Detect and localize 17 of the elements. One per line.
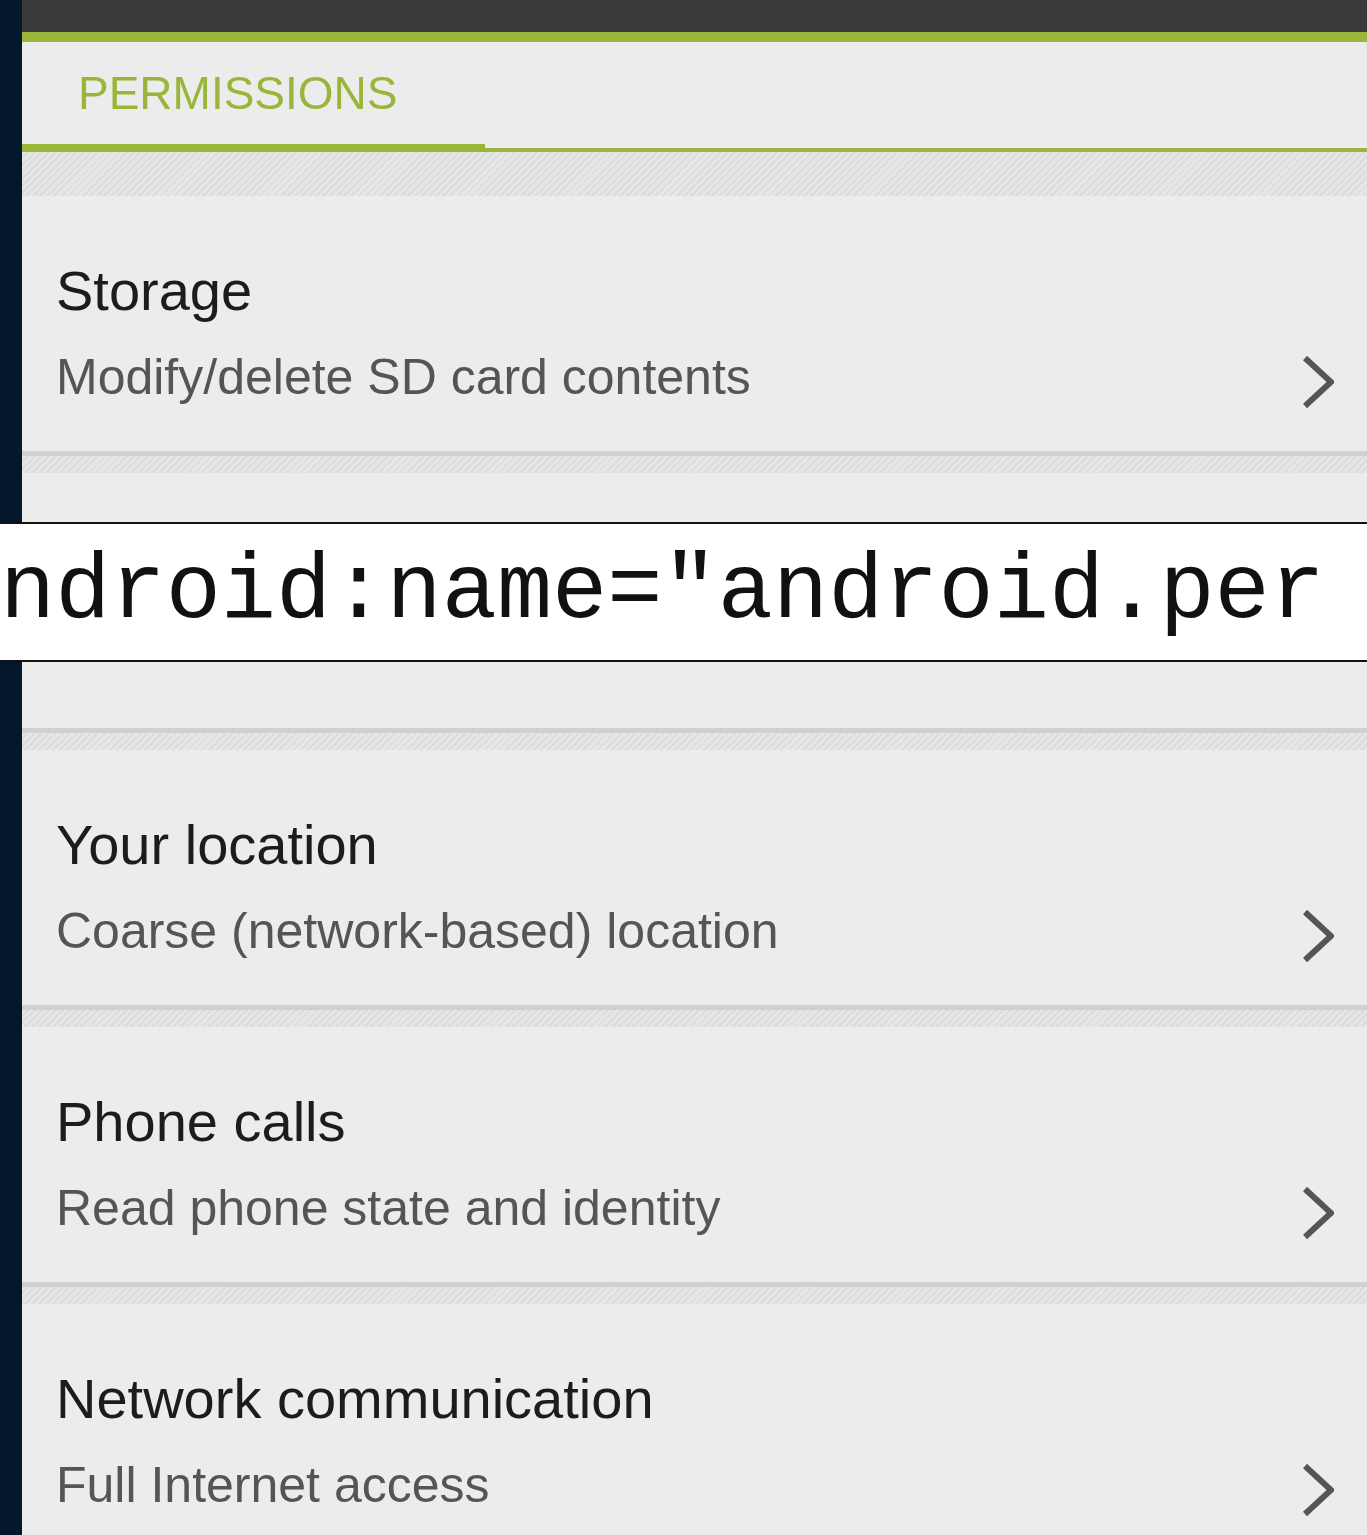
- code-text: ndroid:name="android.per: [0, 539, 1325, 645]
- permission-title: Storage: [56, 258, 254, 324]
- permission-description: Read phone state and identity: [56, 1180, 722, 1236]
- permission-description: Full Internet access: [56, 1457, 491, 1513]
- permission-item[interactable]: Storage Modify/delete SD card contents: [22, 196, 1367, 451]
- permission-item[interactable]: Your location Coarse (network-based) location: [22, 750, 1367, 1005]
- permission-title: Phone calls: [56, 1089, 347, 1155]
- chevron-right-icon: [1303, 1187, 1334, 1240]
- permission-title: Your location: [56, 812, 379, 878]
- permission-item[interactable]: Phone calls Read phone state and identity: [22, 1027, 1367, 1282]
- chevron-right-icon: [1303, 1464, 1334, 1517]
- permission-description: Coarse (network-based) location: [56, 903, 780, 959]
- permission-item[interactable]: Network communication Full Internet access: [22, 1304, 1367, 1535]
- permission-description: Modify/delete SD card contents: [56, 349, 752, 405]
- permission-title: Network communication: [56, 1366, 655, 1432]
- chevron-right-icon: [1303, 910, 1334, 963]
- chevron-right-icon: [1303, 356, 1334, 409]
